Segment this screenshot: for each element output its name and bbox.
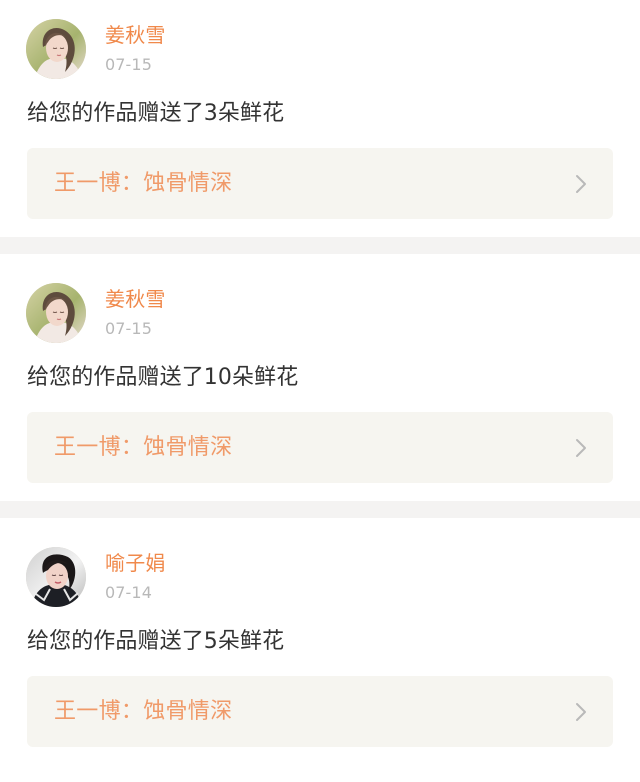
notification-header: 姜秋雪 07-15 [26, 282, 166, 344]
chevron-right-icon [576, 438, 586, 457]
user-avatar-icon[interactable] [26, 19, 86, 79]
work-title: 王一博：蚀骨情深 [54, 434, 233, 460]
gift-message: 给您的作品赠送了10朵鲜花 [27, 365, 299, 390]
notification-header: 喻子娟 07-14 [26, 546, 166, 608]
avatar-portrait-icon [26, 283, 86, 343]
user-meta: 喻子娟 07-14 [105, 551, 166, 602]
gift-message: 给您的作品赠送了3朵鲜花 [27, 101, 285, 126]
gift-notification-card: 姜秋雪 07-15 给您的作品赠送了10朵鲜花 王一博：蚀骨情深 [0, 254, 640, 501]
work-link[interactable]: 王一博：蚀骨情深 [27, 676, 613, 747]
gift-notification-feed: 姜秋雪 07-15 给您的作品赠送了3朵鲜花 王一博：蚀骨情深 姜秋雪 07-1… [0, 0, 640, 782]
username[interactable]: 姜秋雪 [105, 287, 166, 311]
gift-message: 给您的作品赠送了5朵鲜花 [27, 629, 285, 654]
gift-notification-card: 喻子娟 07-14 给您的作品赠送了5朵鲜花 王一博：蚀骨情深 [0, 518, 640, 782]
username[interactable]: 姜秋雪 [105, 23, 166, 47]
user-avatar-icon[interactable] [26, 283, 86, 343]
gift-notification-card: 姜秋雪 07-15 给您的作品赠送了3朵鲜花 王一博：蚀骨情深 [0, 0, 640, 237]
notification-date: 07-15 [105, 318, 152, 338]
user-avatar-icon[interactable] [26, 547, 86, 607]
username[interactable]: 喻子娟 [105, 551, 166, 575]
chevron-right-icon [576, 174, 586, 193]
work-title: 王一博：蚀骨情深 [54, 170, 233, 196]
notification-header: 姜秋雪 07-15 [26, 18, 166, 80]
work-link[interactable]: 王一博：蚀骨情深 [27, 148, 613, 219]
notification-date: 07-15 [105, 54, 152, 74]
chevron-right-icon [576, 702, 586, 721]
avatar-portrait-icon [26, 547, 86, 607]
work-title: 王一博：蚀骨情深 [54, 698, 233, 724]
avatar-portrait-icon [26, 19, 86, 79]
notification-date: 07-14 [105, 582, 152, 602]
work-link[interactable]: 王一博：蚀骨情深 [27, 412, 613, 483]
user-meta: 姜秋雪 07-15 [105, 23, 166, 74]
user-meta: 姜秋雪 07-15 [105, 287, 166, 338]
